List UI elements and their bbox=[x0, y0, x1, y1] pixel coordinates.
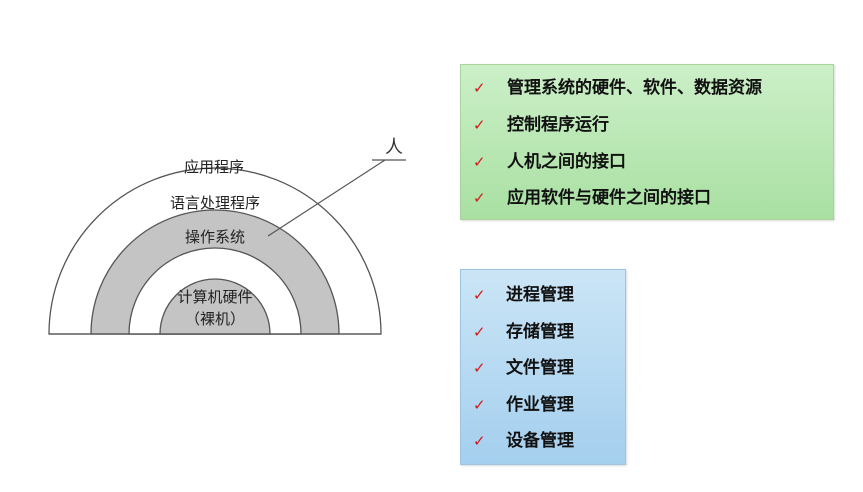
os-management-panel: ✓ 进程管理 ✓ 存储管理 ✓ 文件管理 ✓ 作业管理 ✓ 设备管理 bbox=[460, 269, 626, 465]
layer-operating-system-label: 操作系统 bbox=[185, 228, 245, 246]
os-functions-panel: ✓ 管理系统的硬件、软件、数据资源 ✓ 控制程序运行 ✓ 人机之间的接口 ✓ 应… bbox=[460, 64, 834, 220]
checkmark-icon: ✓ bbox=[473, 116, 486, 134]
checkmark-icon: ✓ bbox=[473, 396, 486, 414]
checkmark-icon: ✓ bbox=[473, 432, 486, 450]
layer-language-processor-label: 语言处理程序 bbox=[170, 194, 260, 212]
checkmark-icon: ✓ bbox=[473, 323, 486, 341]
checkmark-icon: ✓ bbox=[473, 359, 486, 377]
person-label: 人 bbox=[385, 137, 403, 158]
layer-hardware-sublabel: （裸机） bbox=[185, 310, 245, 328]
checkmark-icon: ✓ bbox=[473, 79, 486, 97]
checkmark-icon: ✓ bbox=[473, 286, 486, 304]
layer-hardware-label: 计算机硬件 bbox=[177, 288, 252, 306]
checkmark-icon: ✓ bbox=[473, 153, 486, 171]
layer-application-label: 应用程序 bbox=[184, 158, 244, 176]
layered-system-diagram: 人 应用程序 语言处理程序 操作系统 计算机硬件 （裸机） bbox=[48, 137, 406, 335]
checkmark-icon: ✓ bbox=[473, 189, 486, 207]
